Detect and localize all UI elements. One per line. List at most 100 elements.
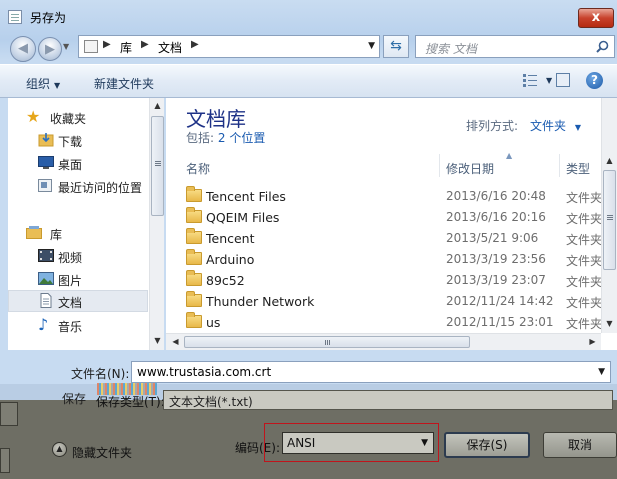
organize-button[interactable]: 组织 ▼ <box>26 75 60 92</box>
hide-folders-toggle[interactable]: 隐藏文件夹 <box>72 444 132 461</box>
nav-item-label: 桌面 <box>58 158 83 172</box>
column-name[interactable]: 名称 <box>186 160 210 177</box>
help-icon[interactable]: ? <box>586 72 603 89</box>
close-button[interactable]: x <box>578 8 614 28</box>
scroll-down-icon[interactable]: ▼ <box>150 336 165 345</box>
scroll-up-icon[interactable]: ▲ <box>150 101 165 110</box>
chevron-down-icon[interactable]: ▼ <box>368 41 375 51</box>
nav-item-videos[interactable]: 视频 <box>8 245 148 267</box>
file-type: 文件夹 <box>566 254 603 268</box>
search-icon <box>596 40 609 53</box>
downloads-icon <box>38 133 54 147</box>
file-name: Arduino <box>206 252 255 267</box>
search-placeholder: 搜索 文档 <box>425 42 477 56</box>
save-type-label-partial: 保存 <box>62 392 87 406</box>
new-folder-button[interactable]: 新建文件夹 <box>94 75 154 92</box>
collapse-icon[interactable]: ▲ <box>52 442 67 457</box>
nav-item-library[interactable]: 库 <box>8 222 148 244</box>
nav-item-documents[interactable]: 文档 <box>8 290 148 312</box>
includes-label: 包括: <box>186 131 215 145</box>
file-type: 文件夹 <box>566 275 603 289</box>
chevron-down-icon[interactable]: ▼ <box>421 438 428 448</box>
file-modified: 2013/6/16 20:16 <box>446 210 546 224</box>
grip-icon <box>155 161 161 162</box>
pictures-icon <box>38 272 54 285</box>
view-options-icon[interactable] <box>523 74 537 87</box>
file-row[interactable]: Tencent 2013/5/21 9:06 文件夹 <box>178 228 603 249</box>
scrollbar-thumb[interactable] <box>184 336 470 348</box>
recent-pages-dropdown[interactable]: ▼ <box>63 42 69 51</box>
nav-item-desktop[interactable]: 桌面 <box>8 152 148 174</box>
forward-button[interactable]: ▶ <box>38 37 62 61</box>
scroll-left-icon[interactable]: ◀ <box>168 337 183 346</box>
encoding-value: ANSI <box>287 436 316 450</box>
file-name: QQEIM Files <box>206 210 280 225</box>
chevron-right-icon[interactable]: ▶ <box>103 39 111 50</box>
file-row[interactable]: QQEIM Files 2013/6/16 20:16 文件夹 <box>178 207 602 228</box>
column-divider[interactable] <box>559 154 560 177</box>
nav-item-label: 音乐 <box>58 320 83 334</box>
arrange-by-dropdown[interactable]: 文件夹 ▼ <box>530 117 581 134</box>
nav-item-music[interactable]: ♪ 音乐 <box>8 314 148 336</box>
arrange-by-value: 文件夹 <box>530 119 567 133</box>
file-type: 文件夹 <box>566 233 603 247</box>
column-divider[interactable] <box>439 154 440 177</box>
column-modified[interactable]: 修改日期 <box>446 160 494 177</box>
encoding-select[interactable]: ANSI ▼ <box>282 432 434 454</box>
caret-down-icon[interactable]: ▼ <box>546 76 552 85</box>
address-bar[interactable]: ▶ 库 ▶ 文档 ▶ ▼ <box>78 35 380 58</box>
file-name: Thunder Network <box>206 294 315 309</box>
scroll-right-icon[interactable]: ▶ <box>585 337 600 346</box>
nav-item-recent-places[interactable]: 最近访问的位置 <box>8 175 150 197</box>
scroll-up-icon[interactable]: ▲ <box>602 156 617 165</box>
file-row[interactable]: us 2012/11/15 23:01 文件夹 <box>178 312 603 333</box>
scrollbar-thumb[interactable] <box>151 116 164 216</box>
cancel-button[interactable]: 取消 <box>543 432 617 458</box>
chevron-right-icon[interactable]: ▶ <box>141 39 149 50</box>
file-row[interactable]: Arduino 2013/3/19 23:56 文件夹 <box>178 249 603 270</box>
window-title: 另存为 <box>30 11 67 25</box>
breadcrumb-library[interactable]: 库 <box>120 39 132 56</box>
file-type: 文件夹 <box>566 317 603 331</box>
sort-indicator-icon: ▲ <box>506 151 513 160</box>
refresh-button[interactable]: ⇆ <box>383 35 409 58</box>
file-modified: 2013/3/19 23:07 <box>446 273 546 287</box>
back-button[interactable]: ◀ <box>10 36 36 62</box>
nav-item-pictures[interactable]: 图片 <box>8 268 148 290</box>
breadcrumb-documents[interactable]: 文档 <box>158 39 182 56</box>
chevron-right-icon[interactable]: ▶ <box>191 39 199 50</box>
command-bar: 组织 ▼ 新建文件夹 ▼ ? <box>0 64 617 98</box>
file-list-horizontal-scrollbar[interactable]: ◀ ▶ <box>166 333 601 350</box>
file-name: Tencent <box>206 231 255 246</box>
recent-places-icon <box>38 179 52 192</box>
save-type-select[interactable]: 文本文档(*.txt) <box>163 390 613 410</box>
nav-item-label: 视频 <box>58 251 83 265</box>
preview-pane-icon[interactable] <box>556 73 570 87</box>
save-as-dialog: 另存为 x ◀ ▶ ▼ ▶ 库 ▶ 文档 ▶ ▼ ⇆ 搜索 文档 组织 ▼ 新建文… <box>0 0 617 479</box>
library-title: 文档库 <box>186 107 246 131</box>
column-header: 名称 ▲ 修改日期 类型 <box>178 151 600 177</box>
file-row[interactable]: 89c52 2013/3/19 23:07 文件夹 <box>178 270 603 291</box>
scrollbar-thumb[interactable] <box>603 170 616 270</box>
file-row[interactable]: Tencent Files 2013/6/16 20:48 文件夹 <box>178 186 602 207</box>
chevron-down-icon[interactable]: ▼ <box>598 367 605 377</box>
filename-value: www.trustasia.com.crt <box>137 365 272 379</box>
scroll-down-icon[interactable]: ▼ <box>602 319 617 328</box>
navigation-scrollbar[interactable]: ▲ ▼ <box>149 98 164 350</box>
file-modified: 2013/5/21 9:06 <box>446 231 539 245</box>
folder-icon <box>186 207 202 223</box>
save-button[interactable]: 保存(S) <box>444 432 530 458</box>
desktop-icon <box>38 156 54 169</box>
refresh-icon: ⇆ <box>390 38 402 54</box>
notepad-icon <box>8 10 22 24</box>
search-input[interactable]: 搜索 文档 <box>415 35 615 58</box>
includes-locations-link[interactable]: 2 个位置 <box>218 131 265 145</box>
column-type[interactable]: 类型 <box>566 160 590 177</box>
filename-input[interactable]: www.trustasia.com.crt ▼ <box>131 361 611 383</box>
file-list-vertical-scrollbar[interactable]: ▲ ▼ <box>601 98 617 333</box>
nav-item-favorites[interactable]: ★ 收藏夹 <box>8 106 148 128</box>
save-type-value: 文本文档(*.txt) <box>169 395 253 409</box>
library-includes: 包括: 2 个位置 <box>186 129 265 146</box>
nav-item-downloads[interactable]: 下载 <box>8 129 148 151</box>
file-row[interactable]: Thunder Network 2012/11/24 14:42 文件夹 <box>178 291 602 312</box>
